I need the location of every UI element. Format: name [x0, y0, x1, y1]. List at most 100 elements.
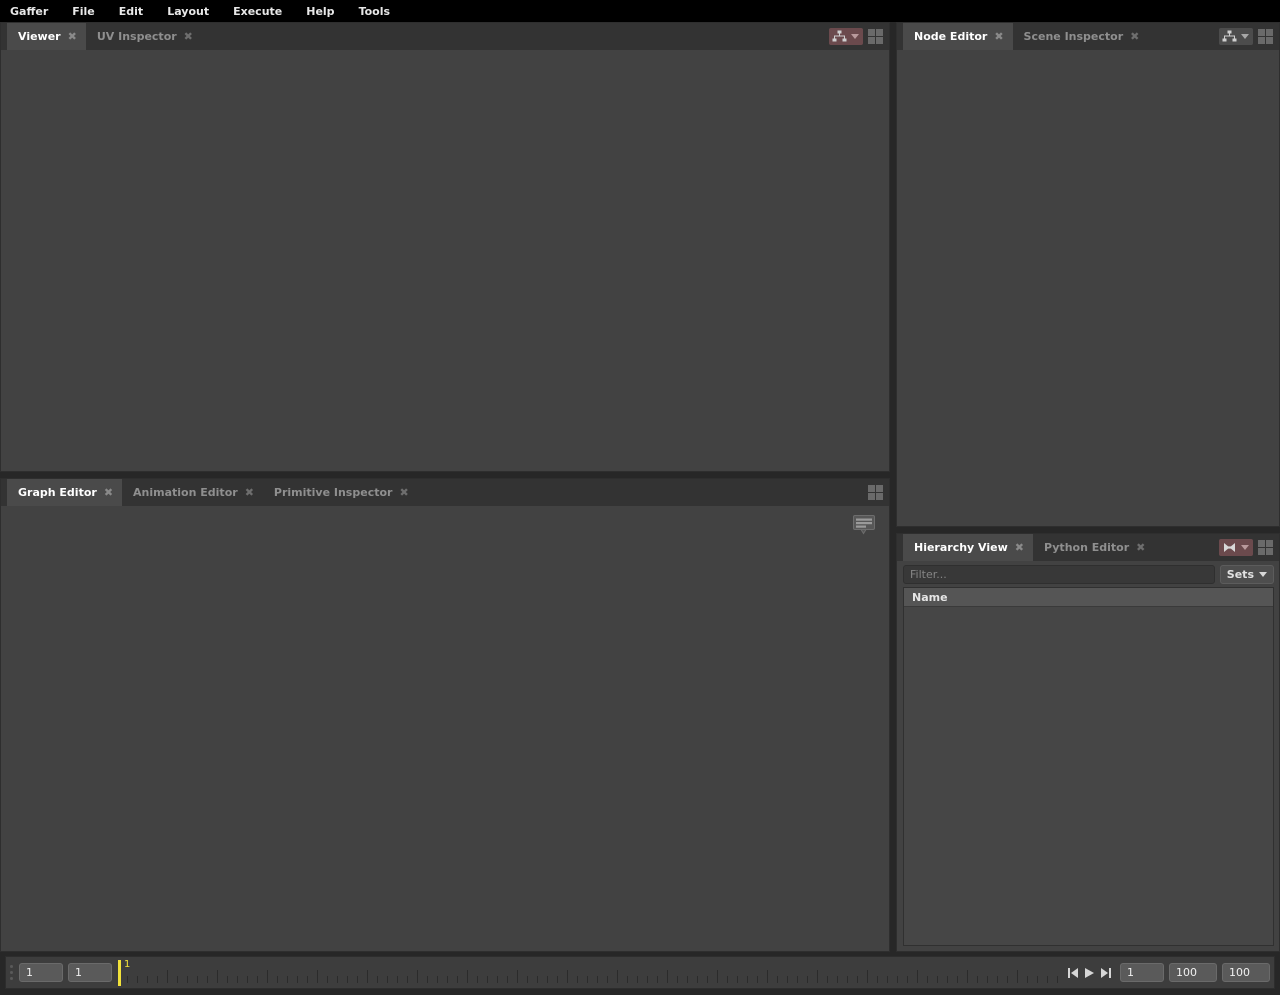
hierarchy-table[interactable]: Name	[903, 587, 1274, 946]
viewer-node-pin-button[interactable]	[829, 28, 863, 45]
ruler-tick	[607, 976, 608, 983]
ruler-tick	[997, 976, 998, 983]
graph-editor-layout-menu-icon[interactable]	[868, 485, 883, 500]
ruler-tick	[227, 976, 228, 983]
chevron-down-icon[interactable]	[1241, 545, 1249, 550]
hierarchy-table-rows[interactable]	[904, 607, 1273, 945]
end-frame-field[interactable]	[1169, 963, 1217, 982]
frame-start-field[interactable]	[19, 963, 63, 982]
chevron-down-icon[interactable]	[1241, 34, 1249, 39]
ruler-tick	[597, 976, 598, 983]
menu-item-gaffer[interactable]: Gaffer	[10, 3, 61, 20]
timeline-drag-handle[interactable]	[10, 963, 14, 982]
ruler-tick	[807, 976, 808, 983]
ruler-tick	[567, 970, 568, 983]
node-set-follow-icon	[1222, 541, 1237, 554]
ruler-tick	[777, 976, 778, 983]
viewer-layout-menu-icon[interactable]	[868, 29, 883, 44]
ruler-tick	[207, 976, 208, 983]
ruler-tick	[587, 976, 588, 983]
tab-hierarchy-view[interactable]: Hierarchy View ✖	[903, 534, 1033, 561]
hierarchy-layout-menu-icon[interactable]	[1258, 540, 1273, 555]
ruler-tick	[897, 976, 898, 983]
sets-button[interactable]: Sets	[1220, 565, 1274, 584]
tab-python-editor[interactable]: Python Editor ✖	[1033, 534, 1154, 561]
current-frame-field[interactable]	[1120, 963, 1164, 982]
tab-uv-inspector[interactable]: UV Inspector ✖	[86, 23, 202, 50]
ruler-tick	[287, 976, 288, 983]
ruler-tick	[137, 976, 138, 983]
node-editor-node-pin-button[interactable]	[1219, 28, 1253, 45]
ruler-tick	[677, 976, 678, 983]
close-icon[interactable]: ✖	[245, 487, 254, 498]
menu-item-execute[interactable]: Execute	[233, 3, 295, 20]
ruler-tick	[907, 976, 908, 983]
tab-viewer[interactable]: Viewer ✖	[7, 23, 86, 50]
jump-to-start-button[interactable]	[1067, 966, 1079, 980]
close-icon[interactable]: ✖	[994, 31, 1003, 42]
ruler-tick	[177, 976, 178, 983]
tab-primitive-inspector[interactable]: Primitive Inspector ✖	[263, 479, 418, 506]
tab-animation-editor[interactable]: Animation Editor ✖	[122, 479, 263, 506]
ruler-tick	[857, 976, 858, 983]
tab-viewer-label: Viewer	[18, 30, 61, 43]
tab-scene-inspector-label: Scene Inspector	[1024, 30, 1124, 43]
left-panel-column: Viewer ✖ UV Inspector ✖	[0, 22, 890, 952]
ruler-tick	[877, 976, 878, 983]
menu-item-edit[interactable]: Edit	[119, 3, 156, 20]
ruler-tick	[847, 976, 848, 983]
ruler-tick	[1037, 976, 1038, 983]
menu-item-file[interactable]: File	[72, 3, 108, 20]
workspace: Viewer ✖ UV Inspector ✖	[0, 22, 1280, 952]
ruler-tick	[687, 976, 688, 983]
ruler-tick	[767, 970, 768, 983]
playhead-marker[interactable]	[118, 960, 121, 986]
ruler-tick	[977, 976, 978, 983]
ruler-tick	[637, 976, 638, 983]
hierarchy-node-set-button[interactable]	[1219, 539, 1253, 556]
annotation-bubble-icon[interactable]	[852, 514, 876, 535]
ruler-tick	[867, 970, 868, 983]
ruler-tick	[377, 976, 378, 983]
menu-item-tools[interactable]: Tools	[359, 3, 403, 20]
tab-node-editor[interactable]: Node Editor ✖	[903, 23, 1013, 50]
timeline-ruler[interactable]: 1	[117, 959, 1059, 987]
graph-editor-panel: Graph Editor ✖ Animation Editor ✖ Primit…	[0, 478, 890, 952]
ruler-tick	[337, 976, 338, 983]
filter-input[interactable]	[903, 565, 1215, 584]
close-icon[interactable]: ✖	[399, 487, 408, 498]
tab-graph-editor[interactable]: Graph Editor ✖	[7, 479, 122, 506]
graph-editor-canvas[interactable]	[1, 506, 889, 951]
tab-scene-inspector[interactable]: Scene Inspector ✖	[1013, 23, 1149, 50]
ruler-tick	[347, 976, 348, 983]
ruler-tick	[1017, 970, 1018, 983]
jump-to-end-button[interactable]	[1100, 966, 1112, 980]
chevron-down-icon	[1259, 572, 1267, 577]
node-pin-icon	[1222, 30, 1237, 43]
close-icon[interactable]: ✖	[1136, 542, 1145, 553]
menu-item-layout[interactable]: Layout	[167, 3, 222, 20]
close-icon[interactable]: ✖	[1015, 542, 1024, 553]
ruler-tick	[267, 970, 268, 983]
close-icon[interactable]: ✖	[184, 31, 193, 42]
play-button[interactable]	[1083, 966, 1096, 980]
ruler-tick	[507, 976, 508, 983]
fps-field[interactable]	[1222, 963, 1270, 982]
ruler-tick	[757, 976, 758, 983]
viewer-viewport[interactable]	[1, 50, 889, 471]
timeline-inner: 1	[5, 956, 1275, 989]
close-icon[interactable]: ✖	[68, 31, 77, 42]
node-editor-layout-menu-icon[interactable]	[1258, 29, 1273, 44]
close-icon[interactable]: ✖	[1130, 31, 1139, 42]
node-editor-body[interactable]	[897, 50, 1279, 526]
hierarchy-view-body: Sets Name	[897, 561, 1279, 951]
hierarchy-view-tabbar-controls	[1219, 534, 1279, 561]
ruler-tick	[797, 976, 798, 983]
frame-current-field[interactable]	[68, 963, 112, 982]
ruler-tick	[487, 976, 488, 983]
menu-item-help[interactable]: Help	[306, 3, 347, 20]
close-icon[interactable]: ✖	[104, 487, 113, 498]
ruler-tick	[1007, 976, 1008, 983]
ruler-tick	[787, 976, 788, 983]
chevron-down-icon[interactable]	[851, 34, 859, 39]
